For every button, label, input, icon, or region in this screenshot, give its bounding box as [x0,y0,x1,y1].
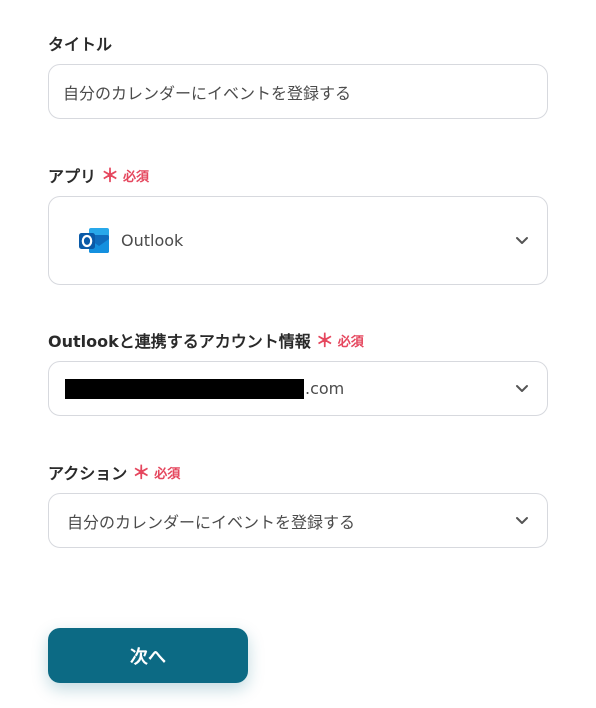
required-asterisk: ＊ [132,463,151,484]
title-input-value: 自分のカレンダーにイベントを登録する [63,83,352,103]
action-label: アクション ＊ 必須 [48,460,180,484]
flow-settings-form: タイトル 自分のカレンダーにイベントを登録する アプリ ＊ 必須 Outlook… [0,0,596,708]
selected-action: 自分のカレンダーにイベントを登録する [67,512,356,532]
title-label: タイトル [48,31,112,55]
required-asterisk: ＊ [101,166,120,187]
required-text: 必須 [154,466,181,482]
next-button[interactable]: 次へ [48,628,248,683]
account-label: Outlookと連携するアカウント情報 ＊ 必須 [48,328,364,352]
required-text: 必須 [337,334,364,350]
account-email-suffix: .com [305,379,345,398]
title-input[interactable]: 自分のカレンダーにイベントを登録する [48,64,548,119]
required-asterisk: ＊ [315,331,334,352]
action-select[interactable]: 自分のカレンダーにイベントを登録する [48,493,548,548]
redacted-email-block [65,378,304,399]
action-label-text: アクション [48,464,128,483]
selected-app-name: Outlook [121,231,184,250]
chevron-down-icon [516,236,528,244]
required-text: 必須 [123,169,150,185]
chevron-down-icon [516,516,528,524]
account-select[interactable]: .com [48,361,548,416]
title-label-text: タイトル [48,35,113,54]
app-select[interactable]: Outlook [48,196,548,285]
app-label-text: アプリ [48,167,97,186]
chevron-down-icon [516,384,528,392]
app-label: アプリ ＊ 必須 [48,163,149,187]
account-label-text: Outlookと連携するアカウント情報 [48,332,311,351]
outlook-logo-icon [79,227,109,253]
